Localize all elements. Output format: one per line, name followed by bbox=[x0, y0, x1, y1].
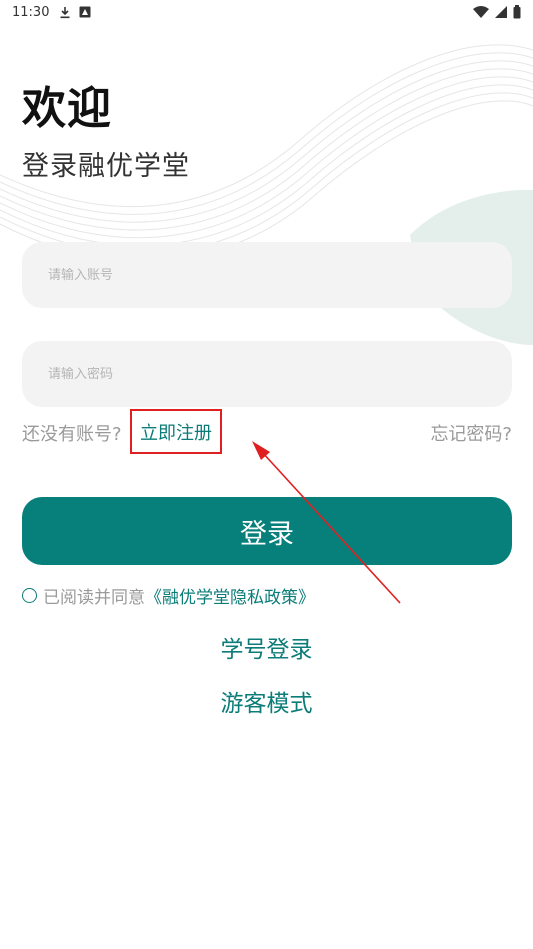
wifi-icon bbox=[473, 6, 489, 18]
password-field[interactable] bbox=[22, 341, 512, 407]
image-icon bbox=[79, 6, 91, 18]
register-link[interactable]: 立即注册 bbox=[130, 409, 222, 454]
login-subtitle: 登录融优学堂 bbox=[22, 151, 190, 182]
account-input[interactable] bbox=[48, 267, 486, 283]
privacy-policy-link[interactable]: 《融优学堂隐私政策》 bbox=[145, 583, 315, 608]
no-account-label: 还没有账号? bbox=[22, 424, 122, 445]
login-button[interactable]: 登录 bbox=[22, 497, 512, 565]
signal-icon bbox=[495, 6, 507, 18]
password-input[interactable] bbox=[48, 366, 486, 382]
status-time: 11:30 bbox=[12, 4, 50, 20]
battery-icon bbox=[513, 5, 521, 19]
guest-mode-link[interactable]: 游客模式 bbox=[0, 684, 533, 718]
welcome-title: 欢迎 bbox=[22, 83, 112, 134]
agreement-row: 已阅读并同意 《融优学堂隐私政策》 bbox=[22, 583, 315, 608]
agreement-text: 已阅读并同意 bbox=[43, 588, 145, 608]
agree-radio[interactable] bbox=[22, 588, 37, 603]
annotation-arrow bbox=[252, 441, 401, 604]
account-links-row: 还没有账号? 立即注册 忘记密码? bbox=[22, 409, 512, 454]
status-bar: 11:30 bbox=[0, 0, 533, 24]
student-id-login-link[interactable]: 学号登录 bbox=[0, 630, 533, 664]
download-icon bbox=[59, 6, 71, 19]
account-field[interactable] bbox=[22, 242, 512, 308]
forgot-password-link[interactable]: 忘记密码? bbox=[430, 420, 512, 446]
